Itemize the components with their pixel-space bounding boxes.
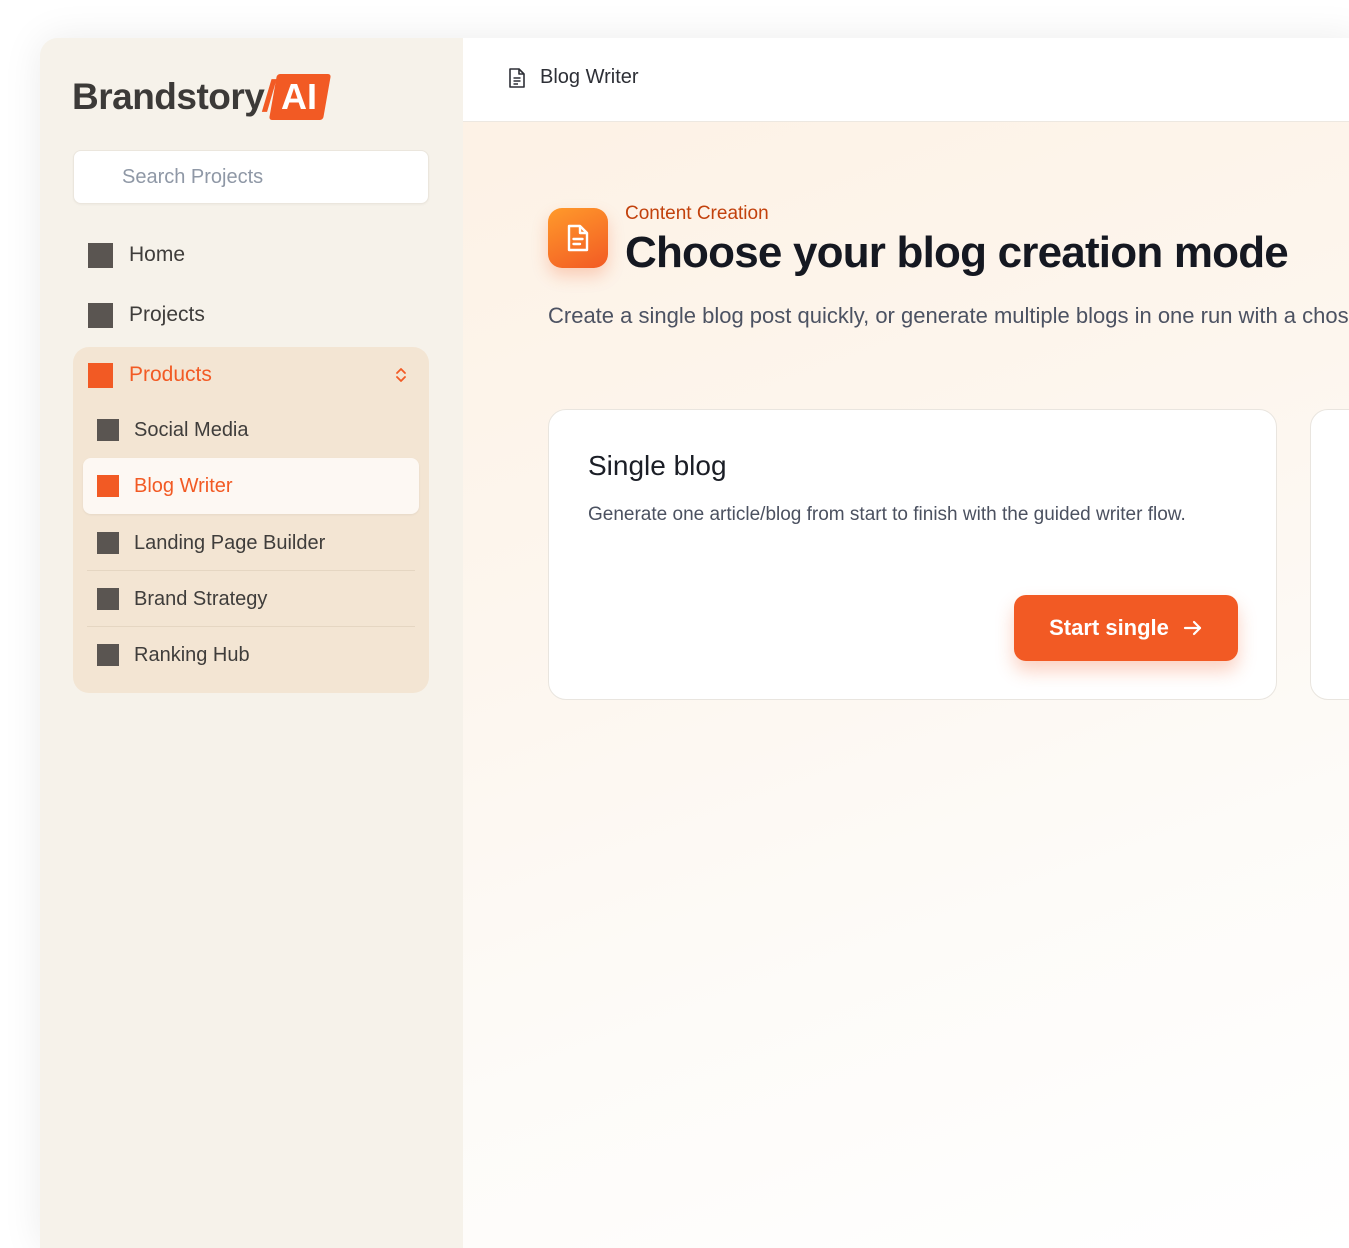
sidebar-item-social-media[interactable]: Social Media [83,402,419,458]
sidebar-item-products[interactable]: Products [88,355,414,395]
sidebar-item-label: Projects [129,303,205,326]
brand-badge: AI [268,74,331,120]
sidebar-item-label: Blog Writer [134,474,233,497]
search-projects-input[interactable] [73,150,429,204]
topbar: Blog Writer [463,38,1349,122]
brand-strategy-icon [97,588,119,610]
sidebar-item-label: Home [129,243,186,266]
home-icon [88,242,113,268]
section-eyebrow: Content Creation [625,203,769,224]
main-content: Blog Writer Content Creation Choose your… [463,38,1349,1248]
sidebar-item-landing-page-builder[interactable]: Landing Page Builder [83,515,419,571]
sidebar: Brandstory / AI Home Projects Products [40,38,463,1248]
sidebar-item-blog-writer[interactable]: Blog Writer [83,458,419,514]
brand-name: Brandstory [72,76,265,117]
sidebar-item-label: Products [129,363,212,386]
page-description: Create a single blog post quickly, or ge… [548,303,1349,328]
multiple-blogs-card[interactable] [1310,409,1349,700]
brand-badge-text: AI [280,76,317,117]
start-single-label: Start single [1049,615,1169,640]
start-single-button[interactable]: Start single [1014,595,1238,661]
blog-writer-icon [97,475,119,497]
chevron-up-down-icon[interactable] [394,365,408,385]
arrow-right-icon [1183,620,1202,636]
card-description: Generate one article/blog from start to … [588,504,1186,525]
ranking-hub-icon [97,644,119,666]
document-icon [509,68,525,88]
single-blog-card[interactable]: Single blog Generate one article/blog fr… [548,409,1277,700]
card-title: Single blog [588,450,727,481]
blog-document-icon [548,208,608,268]
sidebar-item-brand-strategy[interactable]: Brand Strategy [83,571,419,627]
sidebar-item-label: Landing Page Builder [134,531,326,554]
brand-logo[interactable]: Brandstory / AI [72,72,331,122]
landing-page-builder-icon [97,532,119,554]
breadcrumb-title: Blog Writer [540,66,639,88]
products-group: Products Social Media Blog Writer Landin… [73,347,429,693]
sidebar-item-ranking-hub[interactable]: Ranking Hub [83,627,419,683]
sidebar-item-home[interactable]: Home [88,235,185,275]
products-icon [88,362,113,388]
sidebar-item-projects[interactable]: Projects [88,295,205,335]
app-window: Brandstory / AI Home Projects Products [40,38,1349,1248]
social-media-icon [97,419,119,441]
sidebar-item-label: Ranking Hub [134,643,250,666]
sidebar-item-label: Social Media [134,418,249,441]
page-title: Choose your blog creation mode [625,228,1289,277]
projects-icon [88,302,113,328]
sidebar-item-label: Brand Strategy [134,587,268,610]
